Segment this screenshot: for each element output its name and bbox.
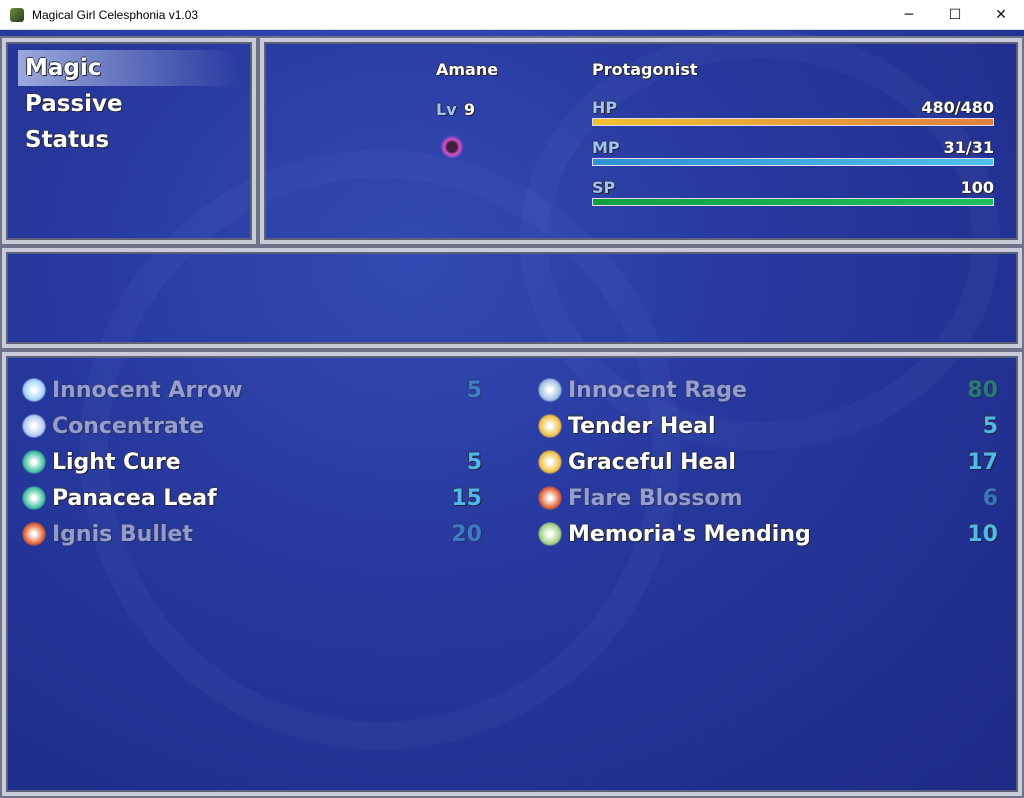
dark-vortex-icon bbox=[440, 135, 464, 159]
command-status[interactable]: Status bbox=[18, 122, 238, 158]
holy-light-icon bbox=[538, 450, 562, 474]
sp-value: 100 bbox=[960, 178, 994, 197]
flame-icon bbox=[22, 522, 46, 546]
skill-item[interactable]: Light Cure 5 bbox=[22, 444, 482, 480]
skill-name: Tender Heal bbox=[568, 413, 716, 439]
skill-name: Graceful Heal bbox=[568, 449, 736, 475]
skill-name: Ignis Bullet bbox=[52, 521, 193, 547]
skill-item[interactable]: Ignis Bullet 20 bbox=[22, 516, 482, 552]
sp-gauge bbox=[592, 198, 994, 206]
game-screen: Magic Passive Status Amane Lv 9 Protagonis… bbox=[0, 30, 1024, 798]
skill-name: Memoria's Mending bbox=[568, 521, 811, 547]
skill-cost: 5 bbox=[466, 449, 482, 475]
window-title: Magical Girl Celesphonia v1.03 bbox=[32, 7, 199, 22]
skill-item[interactable]: Concentrate bbox=[22, 408, 482, 444]
mp-gauge-fill bbox=[593, 159, 993, 165]
command-passive[interactable]: Passive bbox=[18, 86, 238, 122]
skill-item[interactable]: Tender Heal 5 bbox=[538, 408, 998, 444]
level-label: Lv bbox=[436, 100, 457, 119]
swirl-icon bbox=[538, 378, 562, 402]
skill-cost: 80 bbox=[967, 377, 998, 403]
window-titlebar: Magical Girl Celesphonia v1.03 ─ ☐ ✕ bbox=[0, 0, 1024, 30]
flame-icon bbox=[538, 486, 562, 510]
hp-label: HP bbox=[592, 98, 618, 117]
orb-icon bbox=[22, 486, 46, 510]
skill-item[interactable]: Panacea Leaf 15 bbox=[22, 480, 482, 516]
sp-gauge-fill bbox=[593, 199, 993, 205]
skill-name: Light Cure bbox=[52, 449, 181, 475]
sp-label: SP bbox=[592, 178, 616, 197]
orb-icon bbox=[22, 450, 46, 474]
skill-name: Innocent Arrow bbox=[52, 377, 243, 403]
holy-light-icon bbox=[538, 414, 562, 438]
skill-item[interactable]: Innocent Rage 80 bbox=[538, 372, 998, 408]
skill-item[interactable]: Flare Blossom 6 bbox=[538, 480, 998, 516]
skill-name: Flare Blossom bbox=[568, 485, 743, 511]
actor-name: Amane bbox=[436, 60, 499, 79]
skill-name: Innocent Rage bbox=[568, 377, 747, 403]
help-window bbox=[2, 248, 1022, 348]
hp-value: 480/480 bbox=[921, 98, 994, 117]
hp-gauge bbox=[592, 118, 994, 126]
skill-cost: 6 bbox=[982, 485, 998, 511]
maximize-button[interactable]: ☐ bbox=[932, 0, 978, 30]
skill-cost: 5 bbox=[982, 413, 998, 439]
skill-item[interactable]: Innocent Arrow 5 bbox=[22, 372, 482, 408]
star-burst-icon bbox=[22, 378, 46, 402]
mp-gauge bbox=[592, 158, 994, 166]
hp-gauge-fill bbox=[593, 119, 993, 125]
close-button[interactable]: ✕ bbox=[978, 0, 1024, 30]
level-value: 9 bbox=[464, 100, 476, 119]
skill-cost: 17 bbox=[967, 449, 998, 475]
mp-label: MP bbox=[592, 138, 620, 157]
leaf-icon bbox=[538, 522, 562, 546]
pillar-icon bbox=[22, 414, 46, 438]
skill-cost: 5 bbox=[466, 377, 482, 403]
actor-class: Protagonist bbox=[592, 60, 698, 79]
skill-name: Panacea Leaf bbox=[52, 485, 217, 511]
minimize-button[interactable]: ─ bbox=[886, 0, 932, 30]
skill-cost: 10 bbox=[967, 521, 998, 547]
command-magic[interactable]: Magic bbox=[18, 50, 238, 86]
skill-cost: 20 bbox=[451, 521, 482, 547]
skill-item[interactable]: Memoria's Mending 10 bbox=[538, 516, 998, 552]
skill-name: Concentrate bbox=[52, 413, 205, 439]
mp-value: 31/31 bbox=[943, 138, 994, 157]
skill-cost: 15 bbox=[451, 485, 482, 511]
skill-item[interactable]: Graceful Heal 17 bbox=[538, 444, 998, 480]
app-icon bbox=[10, 7, 24, 22]
